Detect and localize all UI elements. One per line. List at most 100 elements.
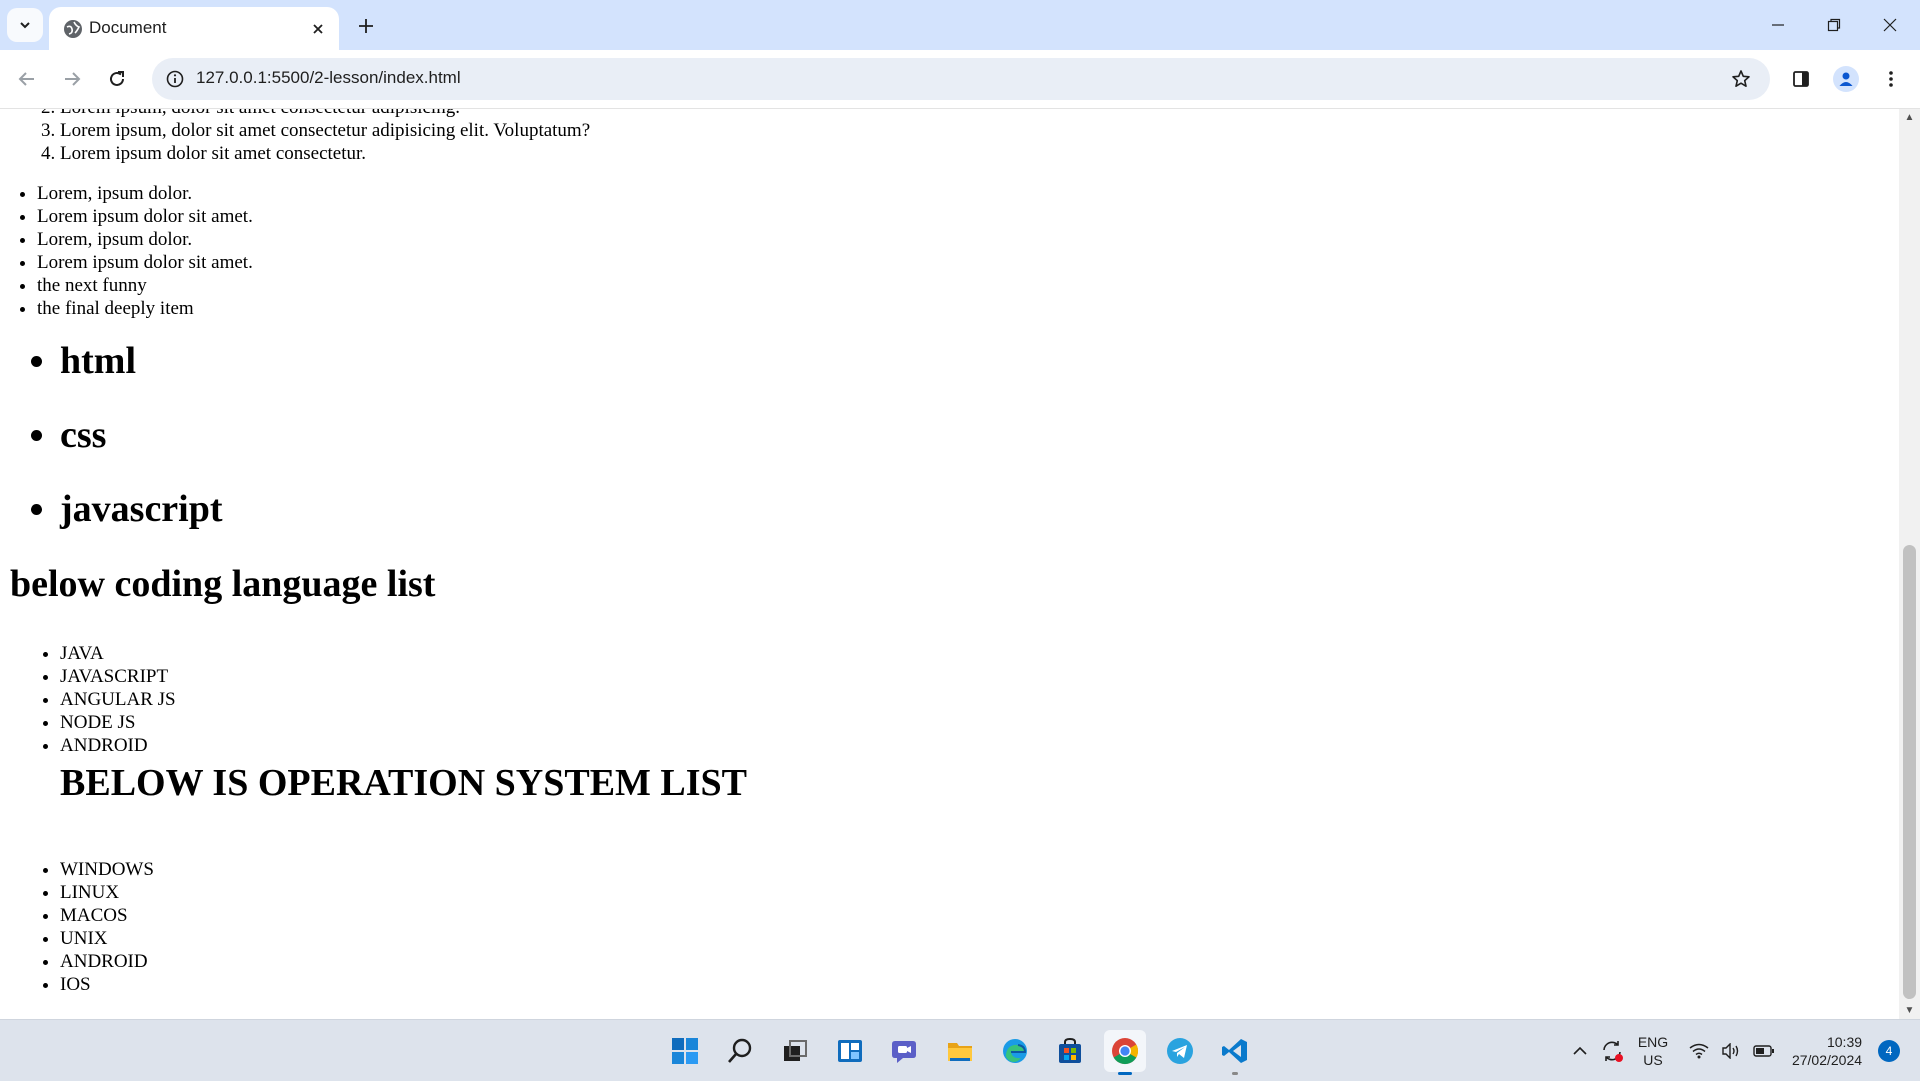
notification-center-button[interactable]: 4 (1874, 1020, 1904, 1081)
tab-close-button[interactable] (306, 17, 330, 41)
bullet-list: Lorem, ipsum dolor. Lorem ipsum dolor si… (37, 182, 253, 320)
operating-system-list: WINDOWS LINUX MACOS UNIX ANDROID IOS (60, 858, 154, 996)
list-item: ANDROID (60, 950, 154, 973)
back-button[interactable] (10, 62, 44, 96)
list-item: IOS (60, 973, 154, 996)
telegram-icon (1167, 1038, 1193, 1064)
list-item: NODE JS (60, 711, 176, 734)
list-item: WINDOWS (60, 858, 154, 881)
new-tab-button[interactable] (350, 10, 382, 42)
sync-icon (1603, 1040, 1623, 1062)
taskbar-search-button[interactable] (719, 1030, 761, 1072)
language-indicator[interactable]: ENG US (1630, 1020, 1676, 1081)
file-explorer-icon (948, 1043, 972, 1061)
task-view-icon (784, 1040, 807, 1061)
more-vertical-icon (1889, 71, 1893, 87)
tab-strip: Document (0, 0, 1920, 50)
forward-button[interactable] (55, 62, 89, 96)
avatar (1833, 66, 1859, 92)
clock[interactable]: 10:39 27/02/2024 (1784, 1020, 1870, 1081)
widgets-button[interactable] (829, 1030, 871, 1072)
active-app-indicator (1118, 1072, 1132, 1075)
running-app-indicator (1232, 1072, 1238, 1075)
arrow-right-icon (65, 72, 81, 86)
list-item: html (60, 324, 223, 398)
store-icon (1059, 1037, 1081, 1063)
list-item: the final deeply item (37, 297, 253, 320)
language-code: ENG (1637, 1033, 1669, 1050)
telegram-button[interactable] (1159, 1030, 1201, 1072)
scroll-down-button[interactable]: ▼ (1899, 1002, 1920, 1019)
tab-title: Document (89, 18, 167, 37)
arrow-left-icon (18, 72, 34, 86)
list-item: Lorem ipsum dolor sit amet. (37, 251, 253, 274)
star-icon (1732, 70, 1750, 87)
close-icon (1883, 18, 1897, 32)
restore-button[interactable] (1806, 0, 1862, 50)
list-item: MACOS (60, 904, 154, 927)
page-viewport: Lorem ipsum, dolor sit amet consectetur … (0, 109, 1899, 1019)
clock-date: 27/02/2024 (1791, 1051, 1863, 1068)
list-item: Lorem ipsum dolor sit amet consectetur. (60, 142, 590, 165)
list-item: JAVASCRIPT (60, 665, 176, 688)
tab-search-button[interactable] (7, 8, 43, 42)
url-text[interactable]: 127.0.0.1:5500/2-lesson/index.html (196, 68, 461, 88)
list-item: ANGULAR JS (60, 688, 176, 711)
ordered-list: Lorem ipsum, dolor sit amet consectetur … (60, 109, 590, 165)
list-item: Lorem, ipsum dolor. (37, 182, 253, 205)
address-bar[interactable]: 127.0.0.1:5500/2-lesson/index.html (152, 58, 1770, 100)
minimize-button[interactable] (1750, 0, 1806, 50)
taskbar: ENG US 10:39 27/02/2024 4 (0, 1019, 1920, 1081)
vscode-button[interactable] (1214, 1030, 1256, 1075)
widgets-icon (838, 1040, 862, 1062)
globe-icon (64, 20, 82, 38)
reload-icon (110, 71, 124, 86)
side-panel-button[interactable] (1784, 62, 1818, 96)
close-window-button[interactable] (1862, 0, 1918, 50)
restore-icon (1827, 18, 1841, 32)
clock-time: 10:39 (1826, 1033, 1863, 1050)
search-icon (728, 1038, 752, 1063)
chrome-button[interactable] (1104, 1030, 1146, 1075)
task-view-button[interactable] (774, 1030, 816, 1072)
file-explorer-button[interactable] (939, 1030, 981, 1072)
os-list-heading: BELOW IS OPERATION SYSTEM LIST (60, 762, 748, 804)
start-button[interactable] (664, 1030, 706, 1072)
reload-button[interactable] (100, 62, 134, 96)
menu-button[interactable] (1874, 62, 1908, 96)
tab-document[interactable]: Document (49, 7, 339, 50)
person-icon (1839, 72, 1853, 86)
plus-icon (359, 19, 373, 33)
region-code: US (1643, 1051, 1663, 1068)
list-item: Lorem, ipsum dolor. (37, 228, 253, 251)
volume-icon (1722, 1042, 1739, 1059)
scrollbar-thumb[interactable] (1903, 545, 1916, 999)
chevron-up-icon (1573, 1046, 1587, 1055)
scroll-up-button[interactable]: ▲ (1899, 109, 1920, 126)
info-icon (166, 70, 184, 88)
edge-button[interactable] (994, 1030, 1036, 1072)
vertical-scrollbar[interactable]: ▲ ▼ (1899, 109, 1920, 1019)
profile-button[interactable] (1829, 62, 1863, 96)
list-item: Lorem ipsum, dolor sit amet consectetur … (60, 109, 590, 119)
list-item: LINUX (60, 881, 154, 904)
show-hidden-icons-button[interactable] (1565, 1020, 1595, 1081)
side-panel-icon (1793, 71, 1809, 87)
coding-language-list: JAVA JAVASCRIPT ANGULAR JS NODE JS ANDRO… (60, 642, 176, 757)
list-item: Lorem ipsum, dolor sit amet consectetur … (60, 119, 590, 142)
bookmark-button[interactable] (1724, 62, 1758, 96)
edge-icon (1003, 1039, 1027, 1063)
quick-settings-button[interactable] (1682, 1020, 1782, 1081)
start-icon (672, 1038, 698, 1064)
vscode-icon (1222, 1039, 1247, 1063)
site-info-button[interactable] (158, 62, 192, 96)
store-button[interactable] (1049, 1030, 1091, 1072)
notification-badge: 4 (1878, 1039, 1900, 1062)
list-item: JAVA (60, 642, 176, 665)
technology-list: html css javascript (60, 324, 223, 546)
close-icon (313, 24, 323, 34)
teams-chat-button[interactable] (884, 1030, 926, 1072)
battery-icon (1753, 1044, 1774, 1057)
minimize-icon (1772, 24, 1784, 26)
sync-status-button[interactable] (1596, 1020, 1628, 1081)
